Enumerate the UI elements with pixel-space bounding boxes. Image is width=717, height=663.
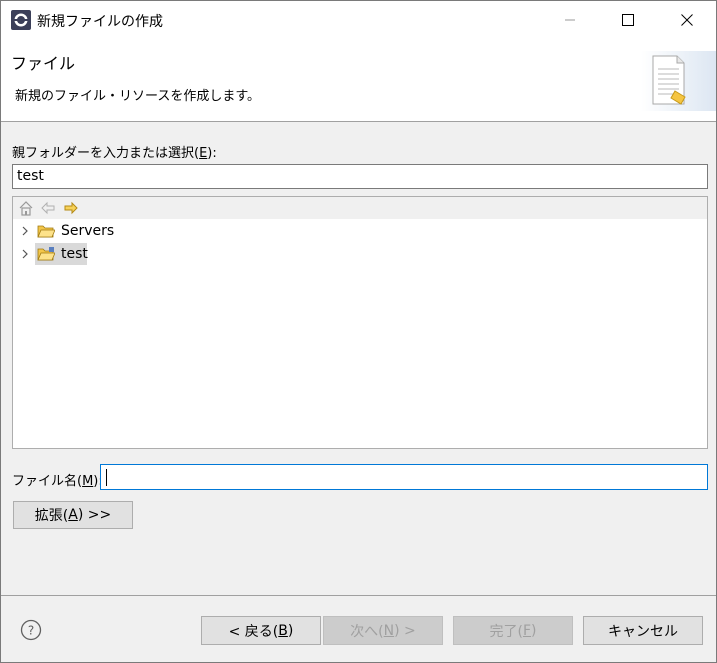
minimize-icon <box>565 19 575 21</box>
back-button[interactable]: < 戻る(B) <box>201 616 321 645</box>
eclipse-app-icon <box>11 10 31 30</box>
new-file-wizard-icon <box>641 51 716 111</box>
close-icon <box>681 14 693 26</box>
tree-item-label: test <box>61 246 88 262</box>
folder-icon <box>37 225 55 238</box>
forward-arrow-icon[interactable] <box>63 200 79 216</box>
file-name-label: ファイル名(M): <box>12 474 103 489</box>
maximize-icon <box>622 14 634 26</box>
project-folder-icon <box>37 247 55 261</box>
tree-item-test[interactable]: test <box>13 243 707 265</box>
window-title: 新規ファイルの作成 <box>37 14 163 30</box>
chevron-right-icon[interactable] <box>19 225 31 237</box>
parent-folder-input[interactable]: test <box>12 164 708 189</box>
parent-folder-label: 親フォルダーを入力または選択(E): <box>12 146 217 161</box>
title-bar: 新規ファイルの作成 <box>1 1 716 39</box>
maximize-button[interactable] <box>599 1 657 39</box>
folder-tree[interactable]: Servers test <box>12 196 708 449</box>
cancel-button[interactable]: キャンセル <box>583 616 703 645</box>
tree-item-label: Servers <box>61 223 115 239</box>
back-arrow-icon[interactable] <box>40 200 56 216</box>
new-file-dialog: 新規ファイルの作成 ファイル 新規のファイル・リソースを作成します。 親フォルダ… <box>0 0 717 663</box>
minimize-button[interactable] <box>541 1 599 39</box>
tree-toolbar <box>13 197 707 219</box>
help-icon[interactable]: ? <box>20 619 42 641</box>
footer-separator <box>1 595 716 596</box>
svg-text:?: ? <box>28 624 34 638</box>
home-icon[interactable] <box>18 200 34 216</box>
tree-item-servers[interactable]: Servers <box>13 220 707 242</box>
text-cursor <box>106 469 107 486</box>
close-button[interactable] <box>658 1 716 39</box>
finish-button[interactable]: 完了(F) <box>453 616 573 645</box>
file-name-input[interactable] <box>100 464 708 490</box>
banner-description: 新規のファイル・リソースを作成します。 <box>15 89 261 104</box>
advanced-button[interactable]: 拡張(A) >> <box>13 501 133 529</box>
chevron-right-icon[interactable] <box>19 248 31 260</box>
wizard-banner: ファイル 新規のファイル・リソースを作成します。 <box>1 39 716 122</box>
parent-folder-value: test <box>17 168 44 184</box>
next-button[interactable]: 次へ(N) > <box>323 616 443 645</box>
banner-title: ファイル <box>11 54 76 73</box>
